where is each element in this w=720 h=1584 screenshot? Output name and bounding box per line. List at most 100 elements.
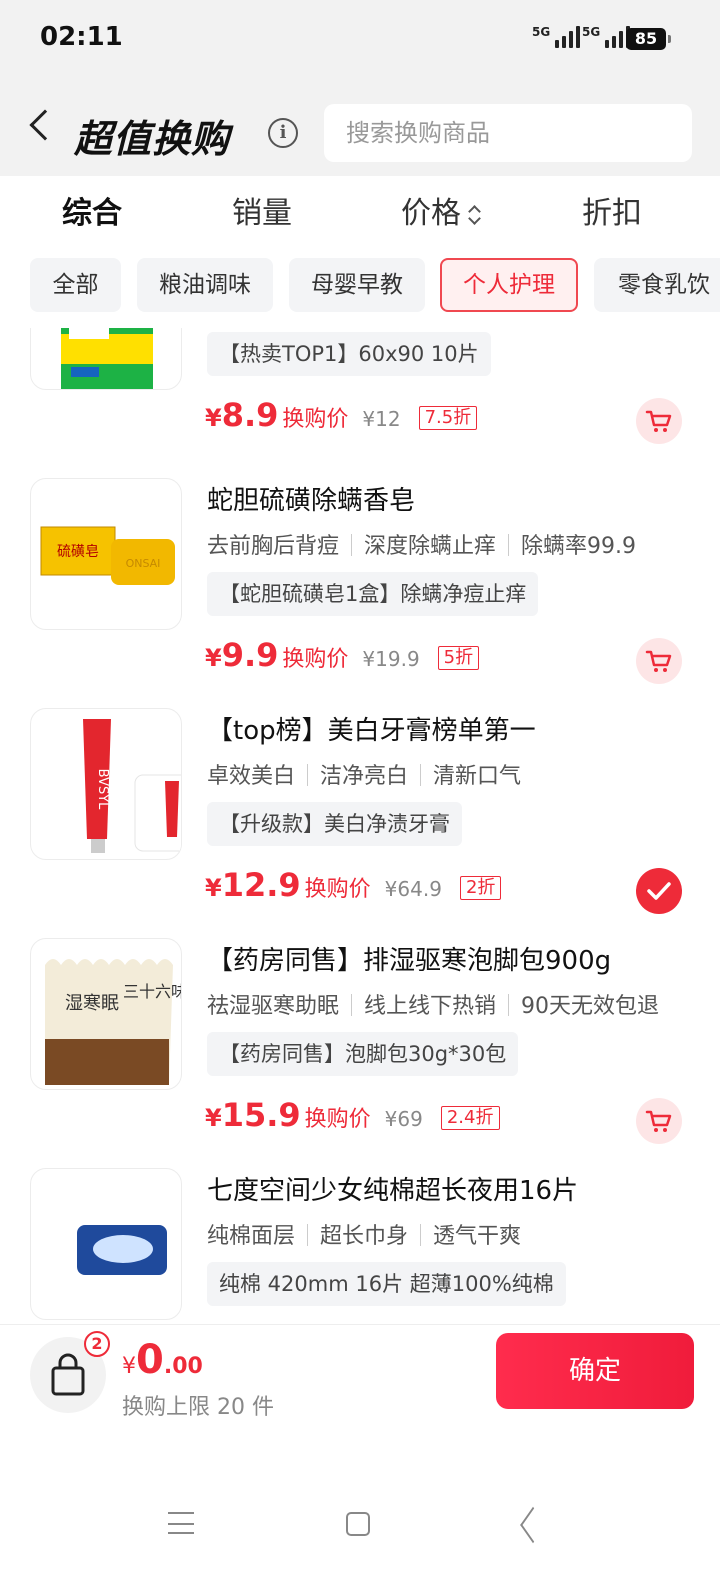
menu-icon[interactable] bbox=[168, 1512, 194, 1534]
page-title: 超值换购 bbox=[74, 117, 231, 161]
category-chip-grain-oil[interactable]: 粮油调味 bbox=[137, 258, 273, 312]
list-item[interactable]: 【热卖TOP1】60x90 10片 ¥8.9 换购价 ¥12 7.5折 bbox=[0, 328, 720, 468]
product-promo: 【药房同售】泡脚包30g*30包 bbox=[207, 1032, 519, 1076]
list-item[interactable]: BVSYL 【top榜】美白牙膏榜单第一 卓效美白 洁净亮白 清新口气 【升级款】美… bbox=[0, 708, 720, 938]
toothpaste-text: BVSYL bbox=[95, 769, 110, 811]
system-nav-bar bbox=[0, 1424, 720, 1584]
tag: 深度除螨止痒 bbox=[364, 534, 497, 559]
currency-symbol: ¥ bbox=[205, 644, 222, 672]
discount-badge: 2折 bbox=[459, 876, 502, 900]
currency-symbol: ¥ bbox=[205, 874, 222, 902]
network-type-label: 5G bbox=[532, 25, 551, 39]
nav-back-icon[interactable] bbox=[520, 1506, 546, 1544]
price-line: ¥9.9 换购价 ¥19.9 5折 bbox=[205, 636, 480, 680]
exchange-price: 9.9 bbox=[221, 636, 279, 674]
currency-symbol: ¥ bbox=[122, 1354, 136, 1379]
discount-badge: 5折 bbox=[437, 646, 480, 670]
soap-text: ONSAI bbox=[126, 557, 161, 570]
price-label: 换购价 bbox=[304, 1107, 371, 1132]
total-dec: .00 bbox=[163, 1354, 203, 1379]
search-input[interactable] bbox=[324, 104, 692, 162]
product-name: 【药房同售】排湿驱寒泡脚包900g bbox=[207, 946, 612, 976]
category-chip-snacks[interactable]: 零食乳饮 bbox=[594, 258, 720, 312]
product-tags: 祛湿驱寒助眠 线上线下热销 90天无效包退 bbox=[207, 988, 659, 1020]
product-promo: 纯棉 420mm 16片 超薄100%纯棉 bbox=[207, 1262, 566, 1306]
confirm-button[interactable]: 确定 bbox=[496, 1333, 694, 1409]
selected-check-button[interactable] bbox=[636, 868, 682, 914]
exchange-limit: 换购上限 20 件 bbox=[122, 1395, 274, 1420]
price-label: 换购价 bbox=[282, 407, 349, 432]
product-list: 【热卖TOP1】60x90 10片 ¥8.9 换购价 ¥12 7.5折 硫磺皂 ONS… bbox=[0, 328, 720, 1324]
signal-icon-2: 5G bbox=[582, 25, 631, 48]
product-image bbox=[30, 328, 182, 390]
tag: 洁净亮白 bbox=[320, 764, 409, 789]
tab-comprehensive[interactable]: 综合 bbox=[62, 188, 122, 232]
add-to-cart-button[interactable] bbox=[636, 638, 682, 684]
discount-badge: 2.4折 bbox=[440, 1106, 500, 1130]
list-item[interactable]: 湿寒眠 三十六味 【药房同售】排湿驱寒泡脚包900g 祛湿驱寒助眠 线上线下热销 9… bbox=[0, 938, 720, 1168]
category-bar: 全部 粮油调味 母婴早教 个人护理 零食乳饮 bbox=[0, 246, 720, 328]
product-tags: 卓效美白 洁净亮白 清新口气 bbox=[207, 758, 521, 790]
product-tags: 去前胸后背痘 深度除螨止痒 除螨率99.9 bbox=[207, 528, 636, 560]
list-item[interactable]: 七度空间少女纯棉超长夜用16片 纯棉面层 超长巾身 透气干爽 纯棉 420mm 16… bbox=[0, 1168, 720, 1324]
list-item[interactable]: 硫磺皂 ONSAI 蛇胆硫磺除螨香皂 去前胸后背痘 深度除螨止痒 除螨率99.9 【… bbox=[0, 478, 720, 708]
page-header: 超值换购 i bbox=[0, 80, 720, 176]
status-time: 02:11 bbox=[40, 22, 123, 52]
tab-discount[interactable]: 折扣 bbox=[582, 188, 642, 232]
original-price: ¥69 bbox=[384, 1107, 423, 1131]
category-chip-baby[interactable]: 母婴早教 bbox=[289, 258, 425, 312]
tag: 90天无效包退 bbox=[521, 994, 660, 1019]
product-promo: 【升级款】美白净渍牙膏 bbox=[207, 802, 462, 846]
product-name: 七度空间少女纯棉超长夜用16片 bbox=[207, 1176, 579, 1206]
checkmark-icon bbox=[647, 882, 671, 900]
original-price: ¥64.9 bbox=[384, 877, 442, 901]
tag: 清新口气 bbox=[433, 764, 522, 789]
price-line: ¥8.9 换购价 ¥12 7.5折 bbox=[205, 396, 478, 440]
tab-price[interactable]: 价格 bbox=[401, 188, 481, 232]
product-image: 硫磺皂 ONSAI bbox=[30, 478, 182, 630]
exchange-price: 12.9 bbox=[221, 866, 301, 904]
category-chip-personal-care[interactable]: 个人护理 bbox=[440, 258, 578, 312]
total-price: ¥0.00 bbox=[122, 1337, 203, 1383]
home-icon[interactable] bbox=[346, 1512, 370, 1536]
battery-icon: 85 bbox=[626, 28, 671, 50]
product-name: 【top榜】美白牙膏榜单第一 bbox=[207, 716, 536, 746]
currency-symbol: ¥ bbox=[205, 1104, 222, 1132]
tab-sales[interactable]: 销量 bbox=[232, 188, 292, 232]
bottom-bar: 2 ¥0.00 换购上限 20 件 确定 bbox=[0, 1324, 720, 1424]
currency-symbol: ¥ bbox=[205, 404, 222, 432]
soap-box-text: 硫磺皂 bbox=[57, 544, 99, 560]
price-line: ¥15.9 换购价 ¥69 2.4折 bbox=[205, 1096, 500, 1140]
original-price: ¥12 bbox=[362, 407, 401, 431]
status-bar: 02:11 5G 5G 85 bbox=[0, 0, 720, 80]
tag: 纯棉面层 bbox=[207, 1224, 296, 1249]
product-name: 蛇胆硫磺除螨香皂 bbox=[207, 486, 416, 516]
price-line: ¥12.9 换购价 ¥64.9 2折 bbox=[205, 866, 502, 910]
sort-updown-icon bbox=[467, 203, 481, 227]
info-icon[interactable]: i bbox=[268, 118, 298, 148]
add-to-cart-button[interactable] bbox=[636, 398, 682, 444]
footbath-art-text: 三十六味 bbox=[123, 982, 182, 1001]
add-to-cart-button[interactable] bbox=[636, 1098, 682, 1144]
signal-icon: 5G bbox=[532, 25, 581, 48]
exchange-price: 15.9 bbox=[221, 1096, 301, 1134]
cart-icon bbox=[645, 650, 672, 672]
price-label: 换购价 bbox=[304, 877, 371, 902]
sort-bar: 综合 销量 价格 折扣 bbox=[0, 176, 720, 246]
product-image bbox=[30, 1168, 182, 1320]
product-promo: 【蛇胆硫磺皂1盒】除螨净痘止痒 bbox=[207, 572, 539, 616]
product-image: BVSYL bbox=[30, 708, 182, 860]
tag: 超长巾身 bbox=[320, 1224, 409, 1249]
cart-icon bbox=[645, 410, 672, 432]
tab-price-label: 价格 bbox=[401, 196, 461, 231]
tag: 卓效美白 bbox=[207, 764, 296, 789]
product-image: 湿寒眠 三十六味 bbox=[30, 938, 182, 1090]
cart-count-badge: 2 bbox=[84, 1331, 110, 1357]
category-chip-all[interactable]: 全部 bbox=[30, 258, 121, 312]
tag: 透气干爽 bbox=[433, 1224, 522, 1249]
tag: 祛湿驱寒助眠 bbox=[207, 994, 340, 1019]
product-promo: 【热卖TOP1】60x90 10片 bbox=[207, 332, 491, 376]
network-type-label-2: 5G bbox=[582, 25, 601, 39]
back-arrow-icon[interactable] bbox=[29, 109, 61, 141]
original-price: ¥19.9 bbox=[362, 647, 420, 671]
